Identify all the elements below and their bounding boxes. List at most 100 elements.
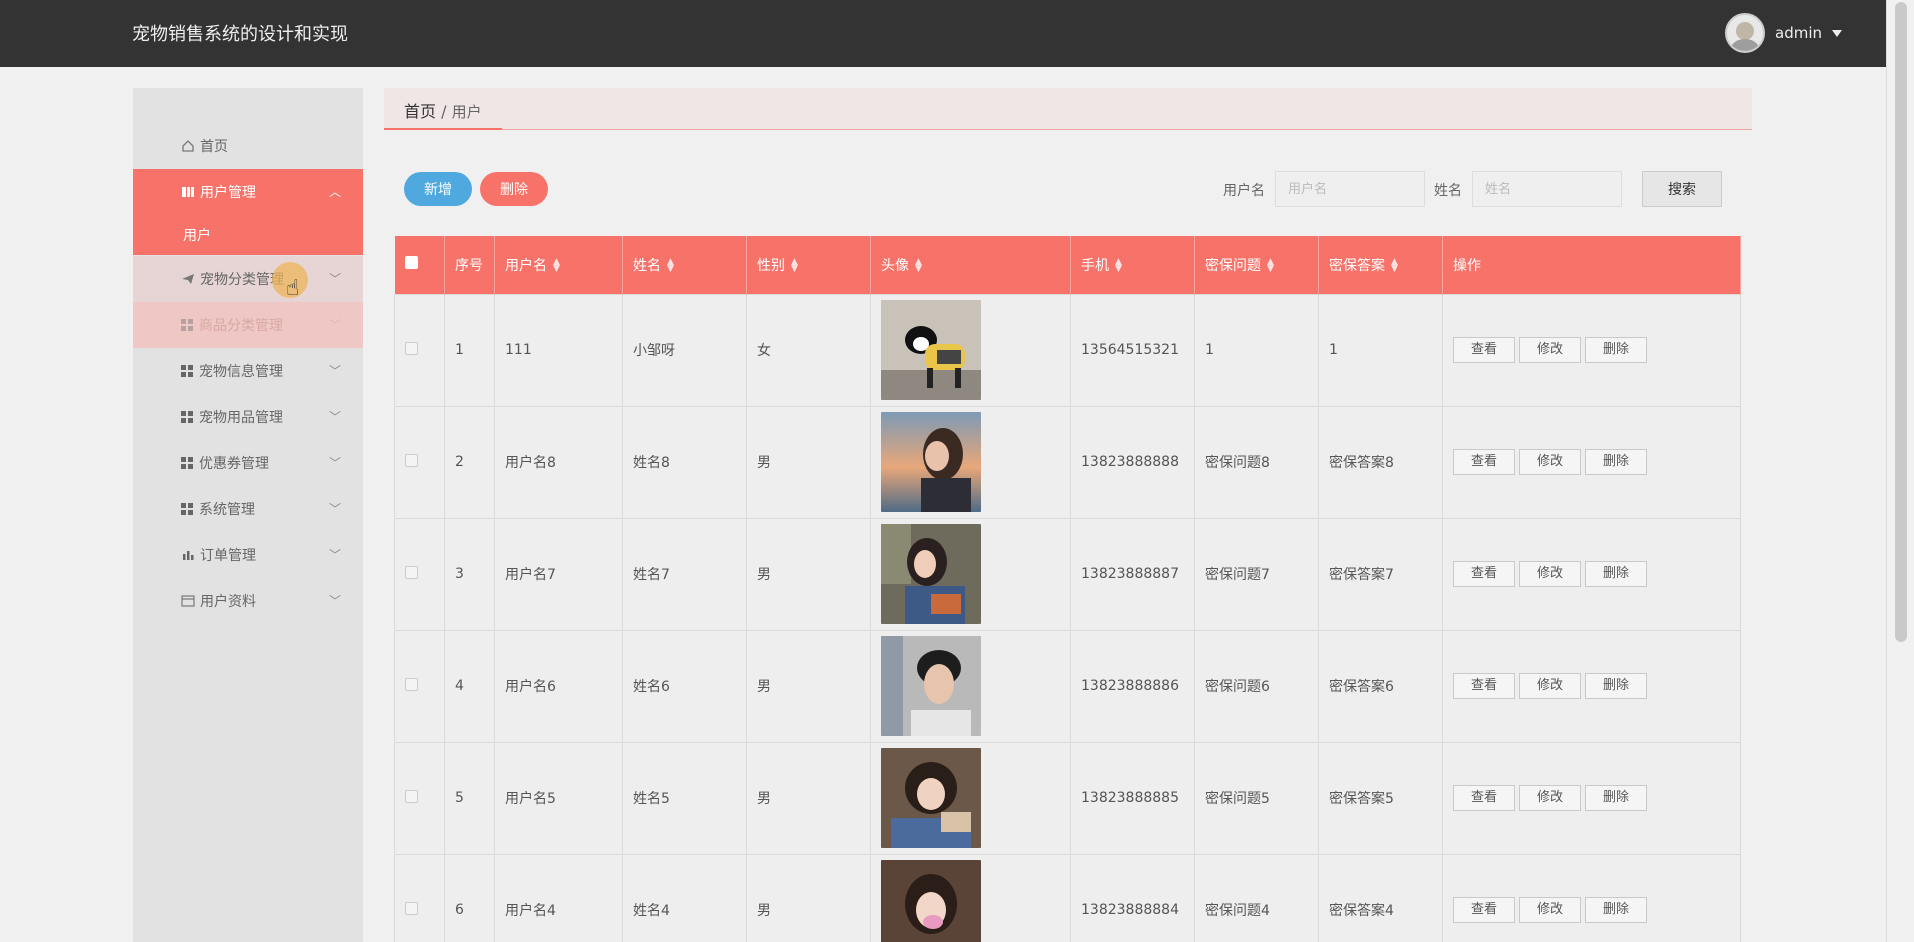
- sidebar-item-label: 用户管理: [200, 185, 256, 201]
- column-header[interactable]: 姓名 ▲ ▼: [622, 236, 747, 294]
- sidebar-item-goods-category[interactable]: 商品分类管理 ﹀: [133, 302, 363, 348]
- cell-username: 111: [494, 293, 623, 407]
- cell-answer: 密保答案7: [1318, 517, 1443, 631]
- column-header[interactable]: 性别 ▲ ▼: [746, 236, 871, 294]
- delete-row-button[interactable]: 删除: [1585, 561, 1647, 587]
- cell-phone: 13823888888: [1070, 405, 1195, 519]
- cell-question: 密保问题5: [1194, 741, 1319, 855]
- column-header[interactable]: 头像 ▲ ▼: [870, 236, 1071, 294]
- edit-button[interactable]: 修改: [1519, 561, 1581, 587]
- select-all-cell[interactable]: [394, 236, 445, 294]
- view-button[interactable]: 查看: [1453, 561, 1515, 587]
- avatar-photo[interactable]: [881, 524, 981, 624]
- delete-row-button[interactable]: 删除: [1585, 785, 1647, 811]
- delete-row-button[interactable]: 删除: [1585, 449, 1647, 475]
- row-checkbox[interactable]: [405, 677, 418, 691]
- sidebar-item-label: 商品分类管理: [199, 318, 283, 334]
- select-all-checkbox[interactable]: [404, 256, 418, 270]
- edit-button[interactable]: 修改: [1519, 337, 1581, 363]
- view-button[interactable]: 查看: [1453, 897, 1515, 923]
- avatar-photo[interactable]: [881, 860, 981, 942]
- avatar[interactable]: [1725, 13, 1765, 53]
- cell-answer: 密保答案8: [1318, 405, 1443, 519]
- edit-button[interactable]: 修改: [1519, 449, 1581, 475]
- column-header[interactable]: 密保答案 ▲ ▼: [1318, 236, 1443, 294]
- avatar-photo[interactable]: [881, 748, 981, 848]
- grid-icon: [181, 319, 193, 331]
- sort-icon[interactable]: ▲ ▼: [553, 257, 560, 273]
- sidebar-item-coupon[interactable]: 优惠券管理 ﹀: [133, 440, 363, 486]
- sidebar-item-pet-category[interactable]: 宠物分类管理 ﹀: [133, 256, 363, 302]
- cell-phone: 13823888885: [1070, 741, 1195, 855]
- column-header: 操作: [1442, 236, 1741, 294]
- sidebar-item-label: 订单管理: [200, 548, 256, 564]
- sidebar-subitem-user[interactable]: 用户: [133, 215, 363, 255]
- edit-button[interactable]: 修改: [1519, 785, 1581, 811]
- cell-gender: 男: [746, 517, 871, 631]
- sidebar-item-label: 用户资料: [200, 594, 256, 610]
- breadcrumb-home[interactable]: 首页: [404, 102, 436, 121]
- breadcrumb-bar: 首页 / 用户: [384, 88, 1752, 130]
- row-checkbox[interactable]: [405, 453, 418, 467]
- cell-gender: 男: [746, 629, 871, 743]
- sidebar-item-label: 宠物信息管理: [199, 364, 283, 380]
- cell-question: 密保问题6: [1194, 629, 1319, 743]
- username-label[interactable]: admin: [1775, 24, 1822, 42]
- sort-icon[interactable]: ▲ ▼: [667, 257, 674, 273]
- avatar-photo[interactable]: [881, 636, 981, 736]
- paper-plane-icon: [182, 274, 194, 284]
- delete-row-button[interactable]: 删除: [1585, 337, 1647, 363]
- edit-button[interactable]: 修改: [1519, 673, 1581, 699]
- cell-gender: 男: [746, 741, 871, 855]
- sidebar-item-home[interactable]: 首页: [133, 123, 363, 169]
- row-checkbox[interactable]: [405, 789, 418, 803]
- chevron-down-icon: ﹀: [328, 548, 341, 562]
- sidebar-item-user-management[interactable]: 用户管理 ︿: [133, 169, 363, 215]
- sidebar-item-profile[interactable]: 用户资料 ﹀: [133, 578, 363, 624]
- breadcrumb-separator: /: [441, 102, 447, 121]
- row-checkbox[interactable]: [405, 901, 418, 915]
- cell-gender: 男: [746, 405, 871, 519]
- caret-down-icon[interactable]: [1832, 29, 1842, 37]
- sidebar-item-label: 优惠券管理: [199, 456, 269, 472]
- user-menu[interactable]: admin: [1725, 13, 1842, 53]
- view-button[interactable]: 查看: [1453, 673, 1515, 699]
- vertical-scrollbar[interactable]: [1886, 0, 1914, 942]
- view-button[interactable]: 查看: [1453, 785, 1515, 811]
- avatar-photo[interactable]: [881, 300, 981, 400]
- view-button[interactable]: 查看: [1453, 449, 1515, 475]
- table-row: 4 用户名6 姓名6 男 13823888886 密保问题6 密保答案6 查看修…: [394, 629, 1741, 743]
- sort-icon[interactable]: ▲ ▼: [791, 257, 798, 273]
- sidebar-item-pet-supplies[interactable]: 宠物用品管理 ﹀: [133, 394, 363, 440]
- sidebar-item-orders[interactable]: 订单管理 ﹀: [133, 532, 363, 578]
- row-checkbox[interactable]: [405, 341, 418, 355]
- column-header[interactable]: 手机 ▲ ▼: [1070, 236, 1195, 294]
- column-header[interactable]: 用户名 ▲ ▼: [494, 236, 623, 294]
- sort-icon[interactable]: ▲ ▼: [1391, 257, 1398, 273]
- column-header[interactable]: 密保问题 ▲ ▼: [1194, 236, 1319, 294]
- delete-row-button[interactable]: 删除: [1585, 673, 1647, 699]
- sidebar-item-system[interactable]: 系统管理 ﹀: [133, 486, 363, 532]
- edit-button[interactable]: 修改: [1519, 897, 1581, 923]
- name-search-input[interactable]: [1472, 171, 1622, 207]
- sidebar-item-label: 用户: [183, 228, 211, 244]
- cell-gender: 男: [746, 853, 871, 942]
- cell-username: 用户名4: [494, 853, 623, 942]
- scrollbar-thumb[interactable]: [1895, 2, 1907, 642]
- delete-button[interactable]: 删除: [480, 172, 548, 206]
- grid-icon: [181, 365, 193, 377]
- sort-icon[interactable]: ▲ ▼: [1115, 257, 1122, 273]
- add-button[interactable]: 新增: [404, 172, 472, 206]
- sort-icon[interactable]: ▲ ▼: [1267, 257, 1274, 273]
- cell-index: 3: [444, 517, 495, 631]
- search-button[interactable]: 搜索: [1642, 171, 1722, 207]
- avatar-photo[interactable]: [881, 412, 981, 512]
- username-search-input[interactable]: [1275, 171, 1425, 207]
- grid-icon: [181, 457, 193, 469]
- sidebar-item-pet-info[interactable]: 宠物信息管理 ﹀: [133, 348, 363, 394]
- view-button[interactable]: 查看: [1453, 337, 1515, 363]
- sort-icon[interactable]: ▲ ▼: [915, 257, 922, 273]
- delete-row-button[interactable]: 删除: [1585, 897, 1647, 923]
- row-checkbox[interactable]: [405, 565, 418, 579]
- cell-gender: 女: [746, 293, 871, 407]
